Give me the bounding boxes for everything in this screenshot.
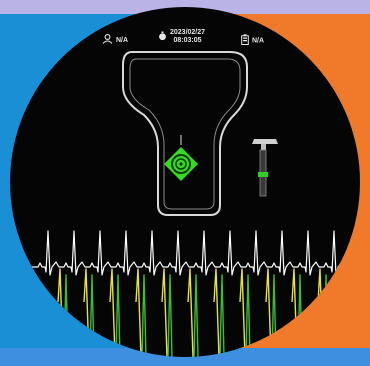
anatomy-inner-outline — [129, 58, 241, 210]
user-icon — [102, 34, 113, 46]
ecg-traces — [30, 230, 360, 357]
target-icon — [164, 135, 198, 181]
battery-value: N/A — [252, 37, 265, 45]
date-text: 2023/02/27 — [170, 29, 206, 36]
user-status: N/A — [102, 34, 128, 46]
ecg-trace-yellow — [57, 268, 350, 357]
battery-icon — [241, 34, 249, 47]
round-display: N/A 2023/02/27 08:03:05 N/A — [10, 7, 360, 357]
instrument-icon — [252, 139, 278, 197]
battery-status: N/A — [241, 34, 264, 47]
ecg-trace-white — [30, 230, 360, 276]
ecg-trace-green — [63, 274, 355, 357]
timer-icon — [158, 31, 167, 43]
time-text: 08:03:05 — [173, 37, 202, 44]
datetime-status: 2023/02/27 08:03:05 — [158, 29, 205, 45]
anatomy-outline — [122, 51, 248, 216]
user-value: N/A — [116, 36, 129, 44]
display-graphics — [30, 51, 360, 357]
